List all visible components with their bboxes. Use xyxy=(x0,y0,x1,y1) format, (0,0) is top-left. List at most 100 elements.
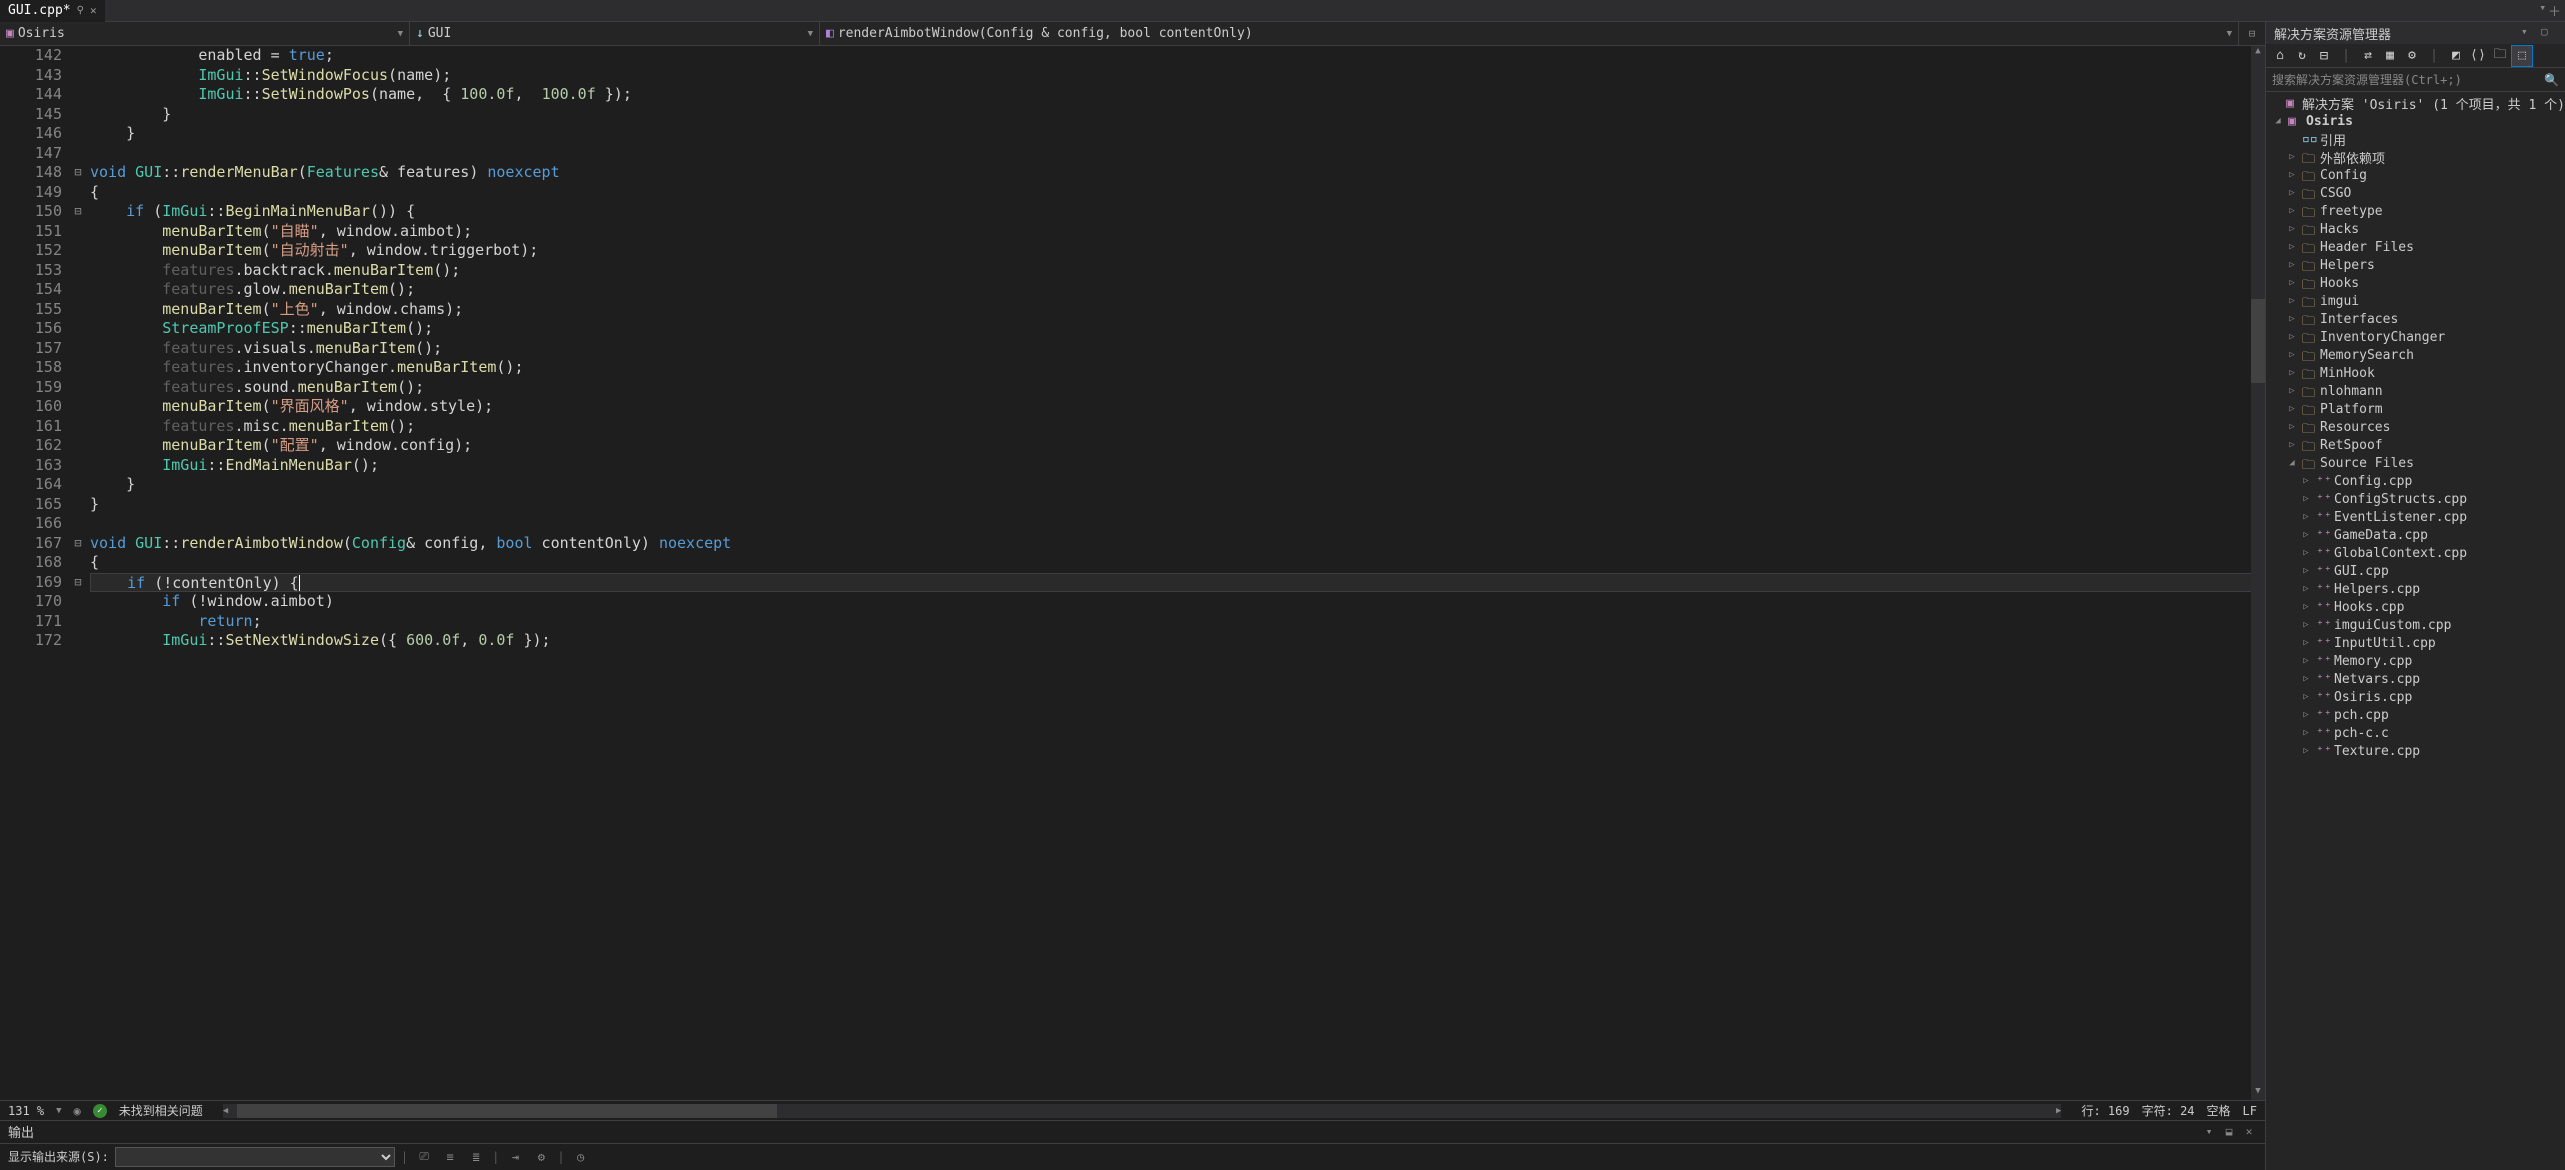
file-configstructs-cpp[interactable]: ▷⁺⁺ConfigStructs.cpp xyxy=(2266,490,2565,508)
close-icon[interactable]: ✕ xyxy=(90,4,97,17)
expand-arrow-icon[interactable]: ▷ xyxy=(2300,548,2312,558)
expand-arrow-icon[interactable]: ◢ xyxy=(2286,458,2298,468)
expand-arrow-icon[interactable]: ▷ xyxy=(2300,602,2312,612)
preview-icon[interactable]: ◩ xyxy=(2446,46,2466,66)
file-gui-cpp[interactable]: ▷⁺⁺GUI.cpp xyxy=(2266,562,2565,580)
code-editor[interactable]: 1421431441451461471481491501511521531541… xyxy=(0,46,2265,1100)
status-column[interactable]: 字符: 24 xyxy=(2142,1102,2195,1119)
folder-csgo[interactable]: ▷🗀CSGO xyxy=(2266,184,2565,202)
source-files-node[interactable]: ◢🗀Source Files xyxy=(2266,454,2565,472)
expand-arrow-icon[interactable]: ▷ xyxy=(2300,476,2312,486)
folder-helpers[interactable]: ▷🗀Helpers xyxy=(2266,256,2565,274)
vertical-scrollbar[interactable]: ▲ ▼ xyxy=(2251,46,2265,1100)
clock-icon[interactable]: ◷ xyxy=(571,1147,591,1167)
document-tab-gui-cpp[interactable]: GUI.cpp* ⚲ ✕ xyxy=(0,0,105,22)
expand-arrow-icon[interactable]: ▷ xyxy=(2300,674,2312,684)
expand-arrow-icon[interactable]: ▷ xyxy=(2300,656,2312,666)
expand-arrow-icon[interactable]: ▷ xyxy=(2300,746,2312,756)
expand-arrow-icon[interactable]: ▷ xyxy=(2300,584,2312,594)
folder-hooks[interactable]: ▷🗀Hooks xyxy=(2266,274,2565,292)
filter-icon[interactable]: ⚙ xyxy=(531,1147,551,1167)
folder-inventorychanger[interactable]: ▷🗀InventoryChanger xyxy=(2266,328,2565,346)
status-indent[interactable]: 空格 xyxy=(2207,1102,2231,1119)
solution-node[interactable]: ▣解决方案 'Osiris' (1 个项目，共 1 个) xyxy=(2266,94,2565,112)
scroll-up-arrow-icon[interactable]: ▲ xyxy=(2251,46,2265,60)
file-pch-c-c[interactable]: ▷⁺⁺pch-c.c xyxy=(2266,724,2565,742)
expand-arrow-icon[interactable]: ▷ xyxy=(2300,494,2312,504)
panel-menu-icon[interactable]: ▾ xyxy=(2521,25,2537,41)
expand-arrow-icon[interactable]: ▷ xyxy=(2286,440,2298,450)
external-deps-node[interactable]: ▷🗀外部依赖项 xyxy=(2266,148,2565,166)
expand-arrow-icon[interactable]: ▷ xyxy=(2286,206,2298,216)
pin-icon[interactable]: ⬓ xyxy=(2221,1124,2237,1140)
toggle-wrap-icon[interactable]: ≡ xyxy=(440,1147,460,1167)
folder-memorysearch[interactable]: ▷🗀MemorySearch xyxy=(2266,346,2565,364)
status-line-ending[interactable]: LF xyxy=(2243,1104,2257,1118)
panel-menu-icon[interactable]: ▾ xyxy=(2201,1124,2217,1140)
tab-overflow-icon[interactable]: ▾ xyxy=(2539,1,2546,20)
scroll-left-arrow-icon[interactable]: ◀ xyxy=(223,1106,228,1116)
file-osiris-cpp[interactable]: ▷⁺⁺Osiris.cpp xyxy=(2266,688,2565,706)
expand-arrow-icon[interactable]: ▷ xyxy=(2286,260,2298,270)
view-code-icon[interactable]: ⟨⟩ xyxy=(2468,46,2488,66)
status-line[interactable]: 行: 169 xyxy=(2081,1102,2129,1119)
folder-view-icon[interactable]: 🗀 xyxy=(2490,46,2510,66)
folder-config[interactable]: ▷🗀Config xyxy=(2266,166,2565,184)
show-all-icon[interactable]: ▦ xyxy=(2380,46,2400,66)
home-icon[interactable]: ⌂ xyxy=(2270,46,2290,66)
folder-resources[interactable]: ▷🗀Resources xyxy=(2266,418,2565,436)
health-indicator-icon[interactable]: ◉ xyxy=(74,1104,81,1118)
expand-arrow-icon[interactable]: ▷ xyxy=(2300,692,2312,702)
output-source-select[interactable] xyxy=(115,1147,395,1167)
folder-platform[interactable]: ▷🗀Platform xyxy=(2266,400,2565,418)
expand-arrow-icon[interactable]: ▷ xyxy=(2286,224,2298,234)
file-eventlistener-cpp[interactable]: ▷⁺⁺EventListener.cpp xyxy=(2266,508,2565,526)
folder-nlohmann[interactable]: ▷🗀nlohmann xyxy=(2266,382,2565,400)
expand-arrow-icon[interactable]: ▷ xyxy=(2300,638,2312,648)
folder-freetype[interactable]: ▷🗀freetype xyxy=(2266,202,2565,220)
expand-arrow-icon[interactable]: ▷ xyxy=(2300,620,2312,630)
nav-project-selector[interactable]: ▣ Osiris ▼ xyxy=(0,22,410,45)
solution-search[interactable]: 搜索解决方案资源管理器(Ctrl+;) 🔍 xyxy=(2266,68,2565,92)
file-memory-cpp[interactable]: ▷⁺⁺Memory.cpp xyxy=(2266,652,2565,670)
scope-icon[interactable]: ⬚ xyxy=(2512,46,2532,66)
code-body[interactable]: enabled = true; ImGui::SetWindowFocus(na… xyxy=(86,46,2265,1100)
scroll-down-arrow-icon[interactable]: ▼ xyxy=(2251,1086,2265,1100)
expand-arrow-icon[interactable]: ▷ xyxy=(2286,404,2298,414)
sync-icon[interactable]: ⇄ xyxy=(2358,46,2378,66)
split-editor-icon[interactable]: ⊟ xyxy=(2243,25,2261,43)
close-icon[interactable]: ✕ xyxy=(2241,1124,2257,1140)
toggle-wrap2-icon[interactable]: ≣ xyxy=(466,1147,486,1167)
expand-arrow-icon[interactable]: ▷ xyxy=(2286,332,2298,342)
solution-tree[interactable]: ▣解决方案 'Osiris' (1 个项目，共 1 个)◢▣Osiris▫▫引用… xyxy=(2266,92,2565,1170)
expand-arrow-icon[interactable]: ▷ xyxy=(2286,314,2298,324)
fold-column[interactable]: ⊟⊟⊟⊟ xyxy=(70,46,86,1100)
scroll-thumb[interactable] xyxy=(237,1104,777,1118)
folder-header-files[interactable]: ▷🗀Header Files xyxy=(2266,238,2565,256)
scroll-thumb[interactable] xyxy=(2251,299,2265,383)
expand-arrow-icon[interactable]: ◢ xyxy=(2272,116,2284,126)
horizontal-scrollbar[interactable]: ◀ ▶ xyxy=(223,1104,2062,1118)
file-gamedata-cpp[interactable]: ▷⁺⁺GameData.cpp xyxy=(2266,526,2565,544)
collapse-icon[interactable]: ⊟ xyxy=(2314,46,2334,66)
issues-text[interactable]: 未找到相关问题 xyxy=(119,1102,203,1119)
expand-arrow-icon[interactable]: ▷ xyxy=(2286,350,2298,360)
refresh-icon[interactable]: ↻ xyxy=(2292,46,2312,66)
maximize-icon[interactable]: ▢ xyxy=(2541,25,2557,41)
goto-icon[interactable]: ⇥ xyxy=(505,1147,525,1167)
nav-function-selector[interactable]: ◧ renderAimbotWindow(Config & config, bo… xyxy=(820,22,2239,45)
expand-arrow-icon[interactable]: ▷ xyxy=(2286,386,2298,396)
expand-arrow-icon[interactable]: ▷ xyxy=(2300,710,2312,720)
expand-arrow-icon[interactable]: ▷ xyxy=(2286,152,2298,162)
file-globalcontext-cpp[interactable]: ▷⁺⁺GlobalContext.cpp xyxy=(2266,544,2565,562)
nav-scope-selector[interactable]: ↓ GUI ▼ xyxy=(410,22,820,45)
expand-arrow-icon[interactable]: ▷ xyxy=(2300,566,2312,576)
properties-icon[interactable]: ⚙ xyxy=(2402,46,2422,66)
file-pch-cpp[interactable]: ▷⁺⁺pch.cpp xyxy=(2266,706,2565,724)
expand-arrow-icon[interactable]: ▷ xyxy=(2286,368,2298,378)
file-netvars-cpp[interactable]: ▷⁺⁺Netvars.cpp xyxy=(2266,670,2565,688)
file-config-cpp[interactable]: ▷⁺⁺Config.cpp xyxy=(2266,472,2565,490)
project-node[interactable]: ◢▣Osiris xyxy=(2266,112,2565,130)
expand-arrow-icon[interactable]: ▷ xyxy=(2300,512,2312,522)
expand-arrow-icon[interactable]: ▷ xyxy=(2286,296,2298,306)
